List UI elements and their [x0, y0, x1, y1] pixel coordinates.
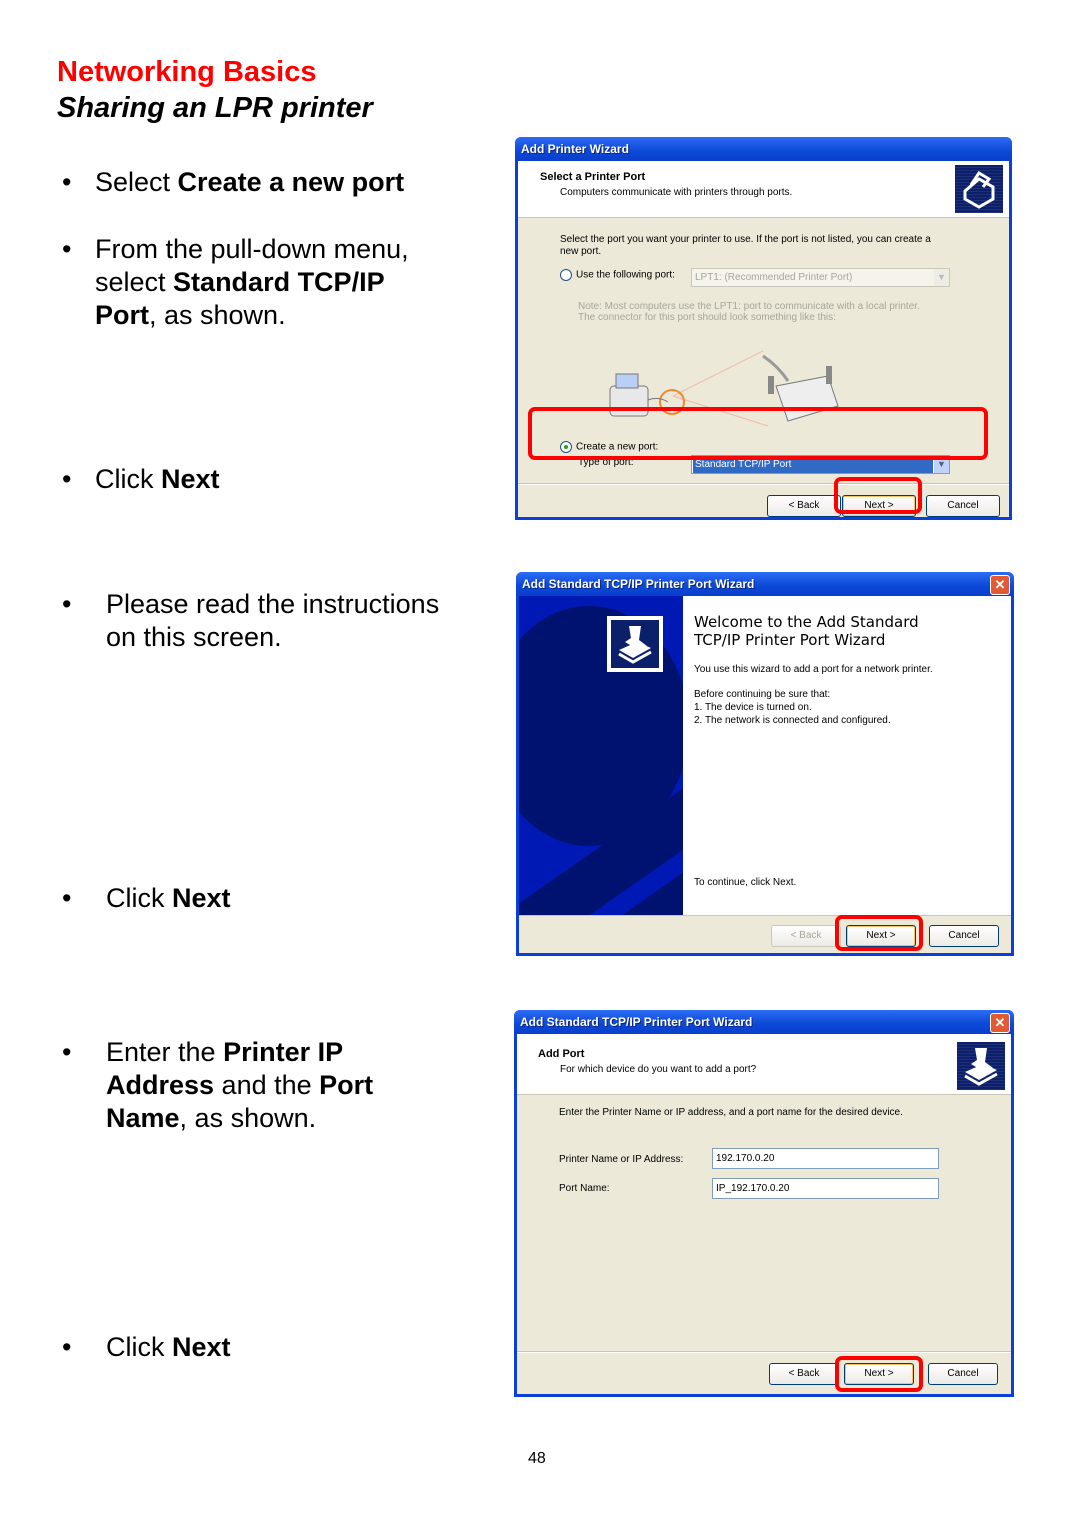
radio-icon [560, 269, 572, 281]
instruction-text: Click [95, 464, 161, 494]
instruction-bold: Port [95, 300, 149, 330]
instruction-bold: Port [319, 1070, 374, 1100]
port-name-input[interactable]: IP_192.170.0.20 [712, 1178, 939, 1199]
instruction-text: and the [214, 1070, 320, 1100]
bullet-icon: • [62, 464, 72, 494]
printer-icon [957, 1042, 1005, 1090]
instruction-bold: Name [106, 1103, 180, 1133]
instruction-read: • Please read the instructions on this s… [62, 588, 492, 654]
instruction-bold: Printer IP [223, 1037, 344, 1067]
cancel-button[interactable]: Cancel [929, 925, 999, 947]
close-icon[interactable]: ✕ [990, 575, 1010, 595]
instruction-enter-ip: • Enter the Printer IP Address and the P… [62, 1036, 482, 1136]
intro-line-1: Select the port you want your printer to… [560, 234, 931, 245]
instruction-text: , as shown. [149, 300, 286, 330]
bullet-icon: • [62, 167, 72, 197]
instruction-text: Select [95, 167, 178, 197]
instruction-click-next-1: • Click Next [62, 463, 482, 496]
divider [517, 1351, 1011, 1353]
before-continuing: Before continuing be sure that: [694, 689, 831, 700]
radio-label: Use the following port: [576, 269, 675, 281]
page-subtitle: Sharing an LPR printer [57, 92, 373, 124]
cancel-button[interactable]: Cancel [928, 1363, 998, 1385]
welcome-line-1: Welcome to the Add Standard [694, 613, 919, 631]
port-name-label: Port Name: [559, 1183, 610, 1194]
instruction-text: Enter the [106, 1037, 224, 1067]
instruction-select-create-port: • Select Create a new port [62, 166, 482, 199]
instruction-bold: Next [161, 464, 220, 494]
instruction-bold: Next [172, 1332, 231, 1362]
instruction-click-next-3: • Click Next [62, 1331, 482, 1364]
bullet-icon: • [62, 1332, 72, 1362]
checklist-item-1: 1. The device is turned on. [694, 702, 812, 713]
continue-text: To continue, click Next. [694, 877, 797, 888]
select-value: LPT1: (Recommended Printer Port) [695, 272, 853, 283]
add-printer-wizard-dialog: Add Printer Wizard Select a Printer Port… [515, 137, 1012, 520]
instruction-bold: Create a new port [177, 167, 405, 197]
tcpip-wizard-welcome-dialog: Add Standard TCP/IP Printer Port Wizard … [516, 572, 1014, 956]
bullet-icon: • [62, 589, 72, 619]
instruction-text: select [95, 267, 174, 297]
welcome-line-2: TCP/IP Printer Port Wizard [694, 631, 886, 649]
instruction-text: on this screen. [106, 622, 282, 652]
dialog-title: Add Standard TCP/IP Printer Port Wizard [516, 572, 1014, 596]
close-icon[interactable]: ✕ [990, 1013, 1010, 1033]
instruction-text: Click [106, 1332, 172, 1362]
checklist-item-2: 2. The network is connected and configur… [694, 715, 891, 726]
instruction-click-next-2: • Click Next [62, 882, 482, 915]
chevron-down-icon: ▼ [934, 269, 949, 286]
header-title: Select a Printer Port [540, 171, 646, 183]
dialog-title: Add Standard TCP/IP Printer Port Wizard [514, 1010, 1014, 1034]
bullet-icon: • [62, 234, 72, 264]
note-line-1: Note: Most computers use the LPT1: port … [578, 301, 920, 312]
wizard-header: Add Port For which device do you want to… [517, 1034, 1011, 1095]
wizard-header: Select a Printer Port Computers communic… [518, 161, 1009, 218]
instruction-bold: Next [172, 883, 231, 913]
instruction-text: Click [106, 883, 172, 913]
printer-icon [955, 165, 1003, 213]
header-title: Add Port [538, 1048, 585, 1060]
intro-text: Enter the Printer Name or IP address, an… [559, 1107, 903, 1118]
wizard-side-banner [519, 596, 683, 916]
instruction-pull-down: • From the pull-down menu, select Standa… [62, 233, 482, 333]
ip-address-input[interactable]: 192.170.0.20 [712, 1148, 939, 1169]
wizard-description: You use this wizard to add a port for a … [694, 664, 933, 675]
instruction-bold: Standard TCP/IP [173, 267, 385, 297]
page-number: 48 [528, 1450, 546, 1467]
printer-icon [607, 616, 663, 672]
ip-address-label: Printer Name or IP Address: [559, 1154, 684, 1165]
divider [518, 483, 1009, 485]
highlight-next-button [834, 477, 922, 514]
instruction-text: From the pull-down menu, [95, 234, 409, 264]
highlight-create-port [528, 407, 988, 460]
highlight-next-button [835, 1356, 923, 1392]
header-subtitle: Computers communicate with printers thro… [560, 187, 793, 198]
use-following-port-radio[interactable]: Use the following port: [560, 269, 675, 281]
intro-line-2: new port. [560, 246, 602, 257]
bullet-icon: • [62, 883, 72, 913]
back-button[interactable]: < Back [767, 495, 841, 517]
note-line-2: The connector for this port should look … [578, 312, 836, 323]
instruction-bold: Address [106, 1070, 215, 1100]
back-button[interactable]: < Back [771, 925, 841, 947]
button-bar: < Back Next > Cancel [519, 915, 1011, 953]
instruction-text: Please read the instructions [106, 589, 440, 619]
bullet-icon: • [62, 1037, 72, 1067]
header-subtitle: For which device do you want to add a po… [560, 1064, 757, 1075]
welcome-heading: Welcome to the Add Standard TCP/IP Print… [694, 613, 919, 649]
section-title: Networking Basics [57, 56, 317, 88]
back-button[interactable]: < Back [769, 1363, 839, 1385]
port-select-disabled[interactable]: LPT1: (Recommended Printer Port) ▼ [691, 268, 950, 287]
dialog-title: Add Printer Wizard [515, 137, 1012, 161]
instruction-text: , as shown. [179, 1103, 317, 1133]
highlight-next-button [835, 915, 923, 951]
tcpip-wizard-add-port-dialog: Add Standard TCP/IP Printer Port Wizard … [514, 1010, 1014, 1397]
cancel-button[interactable]: Cancel [926, 495, 1000, 517]
